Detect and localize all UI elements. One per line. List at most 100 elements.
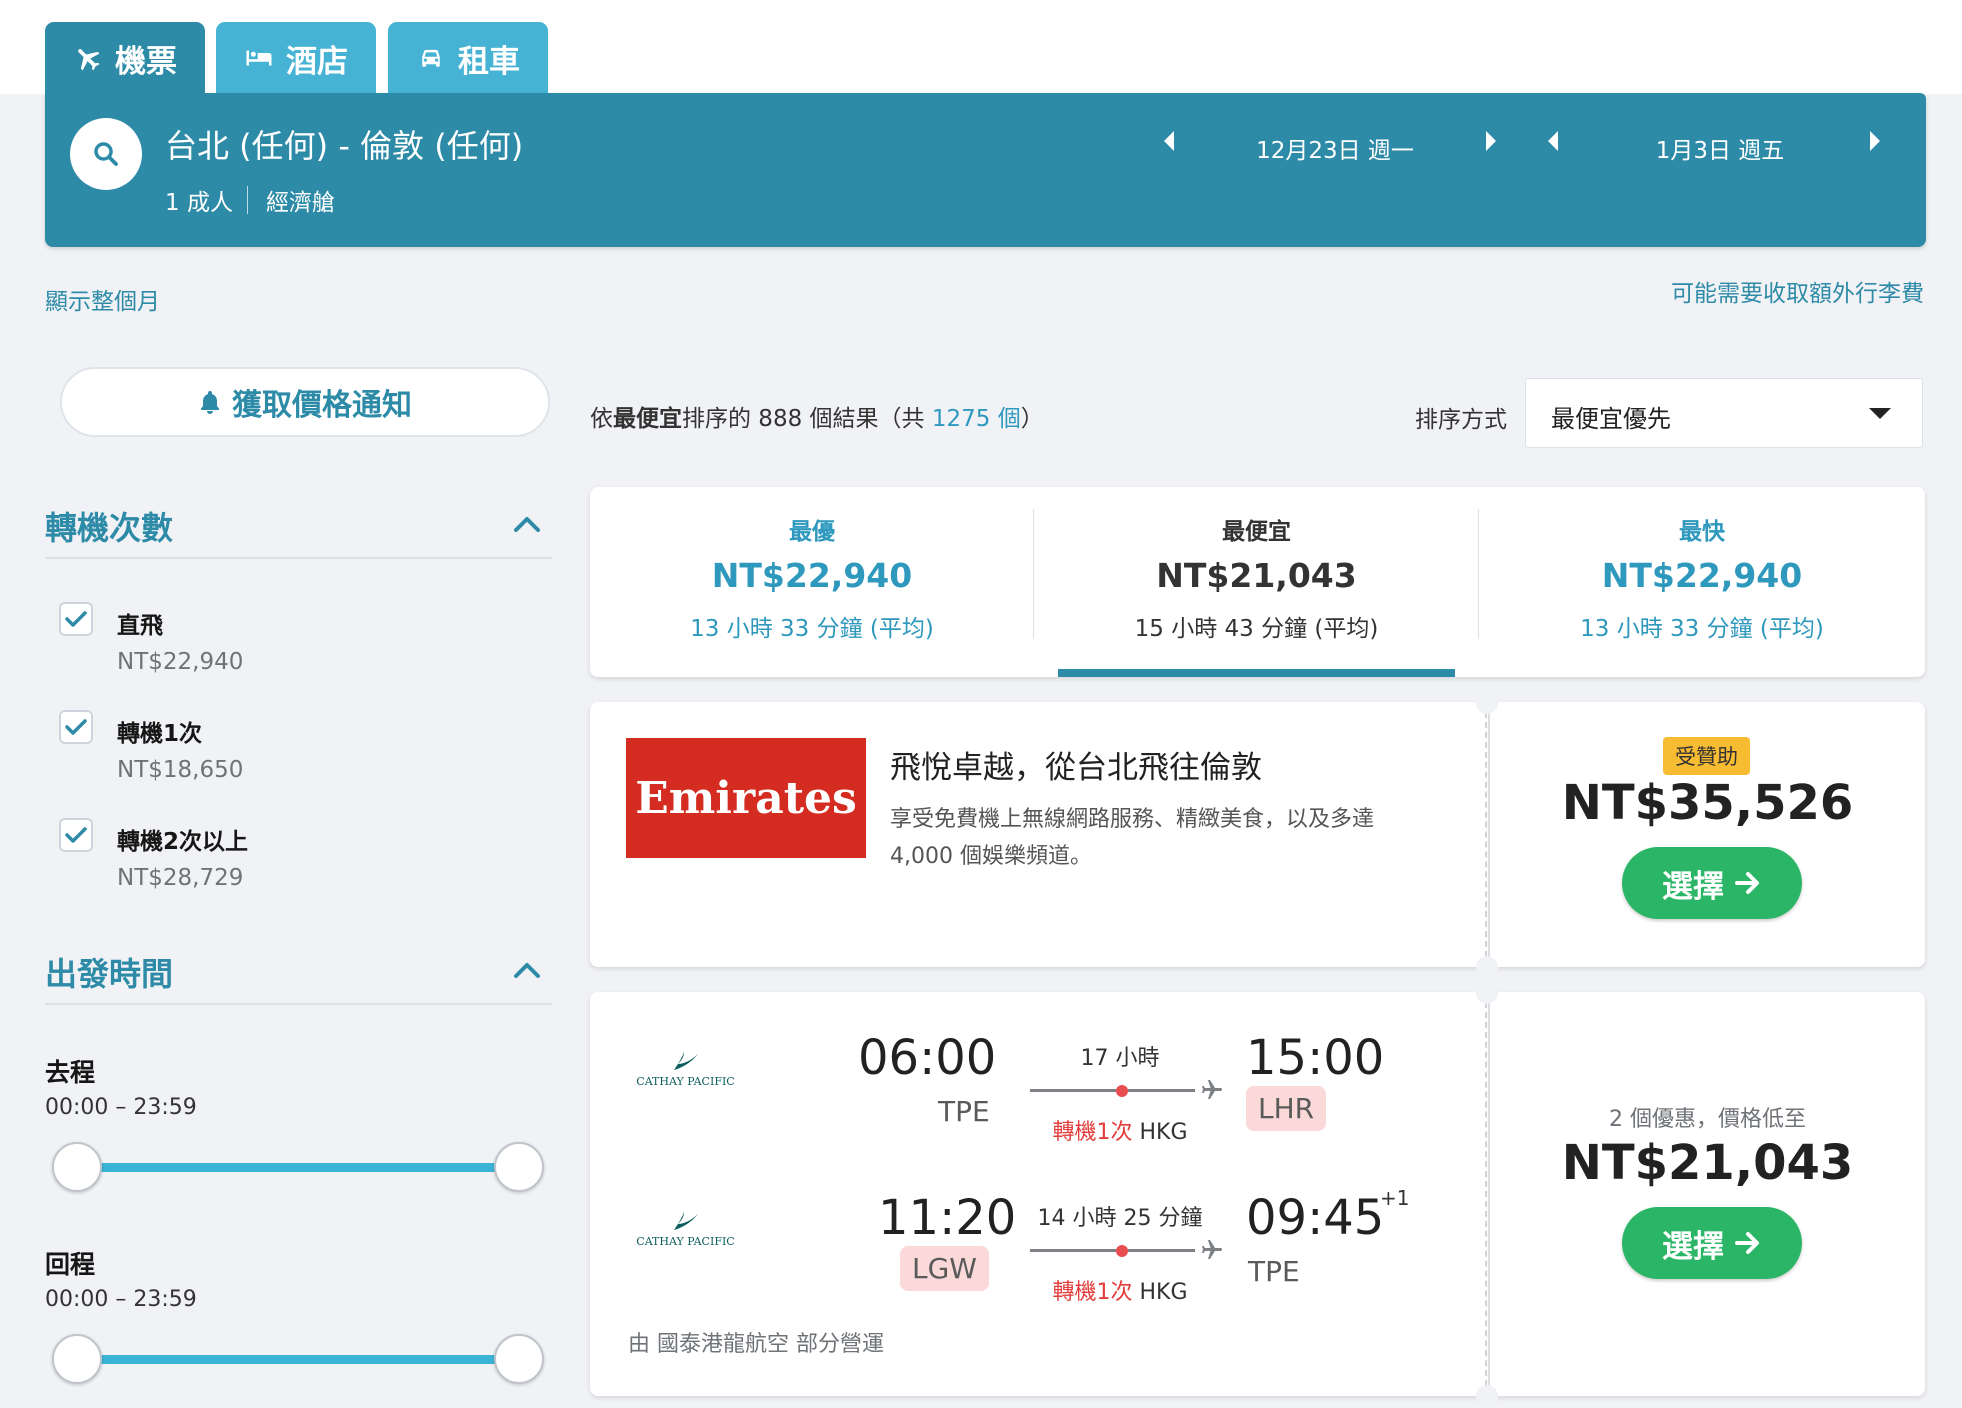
results-total-link[interactable]: 1275 個: [932, 406, 1021, 432]
outbound-route-line: [1030, 1089, 1195, 1092]
outbound-arrive-time: 15:00: [1246, 1030, 1385, 1086]
car-icon: [422, 49, 440, 67]
ticket-notch: [1476, 982, 1498, 1004]
cabin-class: 經濟艙: [265, 190, 335, 216]
stops-nonstop-label[interactable]: 直飛: [117, 606, 163, 640]
ad-select-label: 選擇: [1662, 868, 1724, 905]
price-alert-button[interactable]: 獲取價格通知: [60, 367, 550, 437]
search-summary-bar[interactable]: 台北 (任何) - 倫敦 (任何) 1 成人 經濟艙 12月23日 週一 1月3…: [45, 93, 1926, 247]
active-tab-indicator: [1058, 669, 1455, 677]
summary-cheapest-price: NT$21,043: [1156, 556, 1357, 595]
chevron-up-icon[interactable]: [510, 952, 544, 986]
baggage-fee-link[interactable]: 可能需要收取額外行李費: [1671, 274, 1924, 308]
summary-fastest[interactable]: 最快 NT$22,940 13 小時 33 分鐘 (平均): [1479, 512, 1925, 643]
outbound-label: 去程: [45, 1058, 96, 1087]
show-whole-month-link[interactable]: 顯示整個月: [45, 282, 160, 316]
outbound-depart-time: 06:00: [858, 1030, 997, 1086]
cathay-pacific-logo: CATHAY PACIFIC: [628, 1050, 743, 1088]
return-prev-day-button[interactable]: [1543, 126, 1563, 156]
bell-icon: [201, 391, 219, 414]
cathay-pacific-logo-text: CATHAY PACIFIC: [636, 1075, 735, 1088]
return-slider-track[interactable]: [76, 1355, 519, 1364]
tab-cars[interactable]: 租車: [388, 22, 548, 94]
inbound-arrive-airport: TPE: [1248, 1255, 1300, 1288]
deals-count[interactable]: 2 個優惠，價格低至: [1490, 1101, 1925, 1133]
sort-label: 排序方式: [1415, 407, 1507, 433]
results-sort-word: 最便宜: [613, 406, 682, 432]
summary-cheapest-duration: 15 小時 43 分鐘 (平均): [1134, 616, 1379, 642]
outbound-stops: 轉機1次 HKG: [1030, 1114, 1210, 1146]
inbound-stops-count: 轉機1次: [1052, 1280, 1133, 1305]
ad-description-line2: 4,000 個娛樂頻道。: [890, 844, 1092, 869]
triangle-right-icon: [1486, 131, 1496, 151]
checkmark-icon: [65, 611, 87, 627]
triangle-left-icon: [1548, 131, 1558, 151]
stops-two-plus-label[interactable]: 轉機2次以上: [117, 822, 248, 856]
outbound-slider-track[interactable]: [76, 1163, 519, 1172]
arrow-right-icon: [1735, 1232, 1759, 1254]
stops-nonstop-price: NT$22,940: [117, 649, 244, 675]
outbound-slider-max-handle[interactable]: [494, 1142, 544, 1192]
ticket-notch: [1476, 956, 1498, 978]
passenger-count: 1 成人: [165, 190, 233, 216]
inbound-depart-airport: LGW: [900, 1246, 989, 1291]
tab-hotels[interactable]: 酒店: [216, 22, 376, 94]
stop-dot: [1116, 1085, 1128, 1097]
outbound-via-airport: HKG: [1139, 1120, 1188, 1145]
stops-nonstop-checkbox[interactable]: [59, 602, 93, 636]
ad-title[interactable]: 飛悅卓越，從台北飛往倫敦: [890, 742, 1262, 787]
dashed-divider: [1485, 1002, 1487, 1386]
cathay-brushwing-icon: [673, 1052, 698, 1070]
results-count: 依最便宜排序的 888 個結果（共 1275 個）: [590, 399, 1044, 433]
arrow-right-icon: [1735, 872, 1759, 894]
price-alert-label: 獲取價格通知: [232, 388, 412, 423]
sort-select[interactable]: 最便宜優先: [1525, 378, 1923, 448]
return-slider-min-handle[interactable]: [52, 1334, 102, 1384]
stop-dot: [1116, 1245, 1128, 1257]
inbound-depart-time: 11:20: [878, 1190, 1017, 1246]
plane-arrival-icon: [1202, 1240, 1222, 1259]
stops-two-plus-checkbox[interactable]: [59, 818, 93, 852]
plane-arrival-icon: [1202, 1080, 1222, 1099]
passenger-cabin-info[interactable]: 1 成人 經濟艙: [165, 183, 335, 217]
stops-one-label[interactable]: 轉機1次: [117, 714, 202, 748]
tab-flights[interactable]: 機票: [45, 22, 205, 94]
tab-hotels-label: 酒店: [286, 43, 348, 80]
return-date[interactable]: 1月3日 週五: [1605, 131, 1835, 165]
stops-one-checkbox[interactable]: [59, 710, 93, 744]
summary-best-price: NT$22,940: [711, 556, 913, 595]
tab-flights-label: 機票: [115, 43, 177, 80]
return-next-day-button[interactable]: [1865, 126, 1885, 156]
outbound-arrive-airport: LHR: [1246, 1086, 1327, 1131]
flight-select-button[interactable]: 選擇: [1622, 1207, 1802, 1279]
route-text[interactable]: 台北 (任何) - 倫敦 (任何): [165, 121, 523, 167]
summary-fastest-label: 最快: [1679, 519, 1725, 545]
depart-date[interactable]: 12月23日 週一: [1220, 131, 1450, 165]
stops-two-plus-price: NT$28,729: [117, 865, 244, 891]
sort-selected-value: 最便宜優先: [1551, 405, 1671, 433]
cathay-brushwing-icon: [673, 1212, 698, 1230]
depart-next-day-button[interactable]: [1481, 126, 1501, 156]
ticket-notch: [1476, 1385, 1498, 1407]
ad-select-button[interactable]: 選擇: [1622, 847, 1802, 919]
summary-cheapest[interactable]: 最便宜 NT$21,043 15 小時 43 分鐘 (平均): [1034, 512, 1479, 643]
outbound-stops-count: 轉機1次: [1052, 1120, 1133, 1145]
ad-price: NT$35,526: [1561, 775, 1854, 831]
inbound-arrive-time: 09:45: [1246, 1190, 1385, 1246]
inbound-day-offset: +1: [1380, 1186, 1410, 1210]
search-button[interactable]: [70, 118, 142, 190]
depart-prev-day-button[interactable]: [1159, 126, 1179, 156]
dropdown-arrow-icon: [1869, 408, 1891, 419]
return-slider-max-handle[interactable]: [494, 1334, 544, 1384]
sponsored-badge: 受贊助: [1663, 737, 1750, 775]
emirates-logo-text: Emirates: [635, 772, 857, 824]
triangle-right-icon: [1870, 131, 1880, 151]
emirates-logo: Emirates: [626, 738, 866, 858]
divider: [45, 557, 552, 559]
summary-best[interactable]: 最優 NT$22,940 13 小時 33 分鐘 (平均): [590, 512, 1034, 643]
chevron-up-icon[interactable]: [510, 506, 544, 540]
outbound-slider-min-handle[interactable]: [52, 1142, 102, 1192]
operated-by-note: 由 國泰港龍航空 部分營運: [628, 1332, 884, 1357]
summary-cheapest-label: 最便宜: [1222, 519, 1291, 545]
inbound-duration: 14 小時 25 分鐘: [1037, 1206, 1203, 1231]
